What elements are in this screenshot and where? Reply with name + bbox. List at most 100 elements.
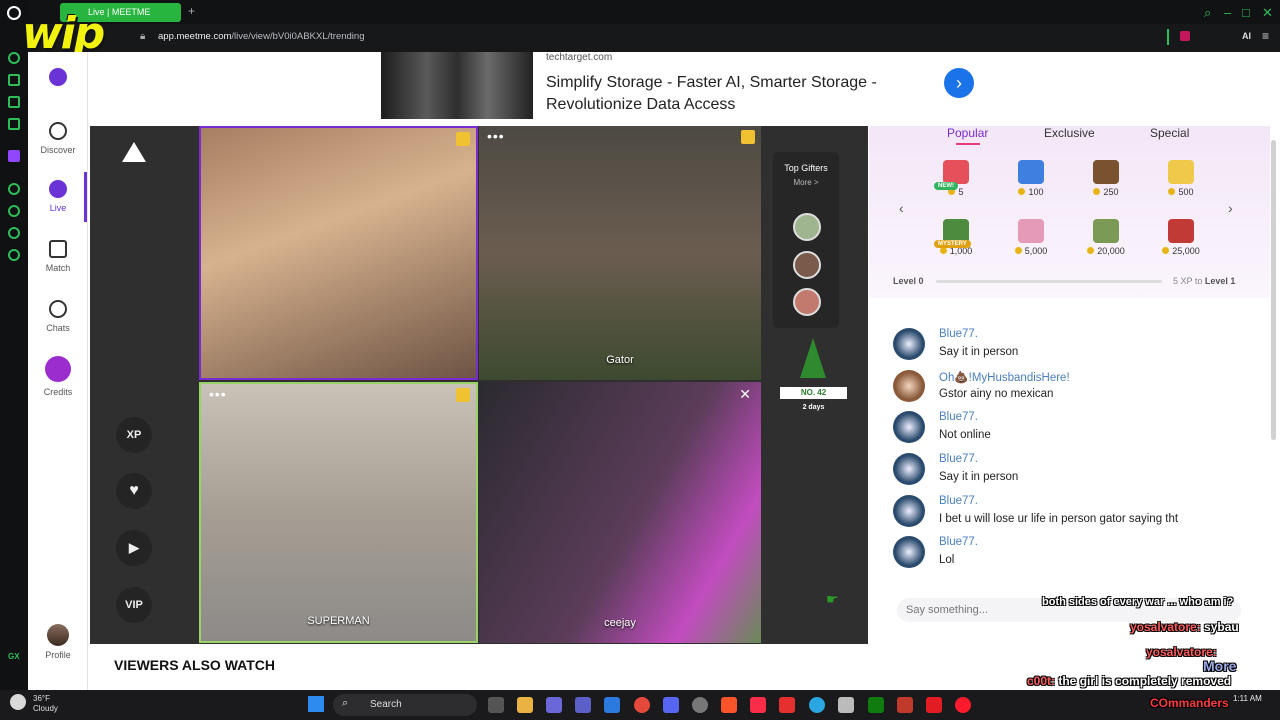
gift-item[interactable]: 250 <box>1076 160 1136 197</box>
camera-icon[interactable]: ▶ <box>116 530 152 566</box>
gift-icon[interactable] <box>456 388 470 402</box>
weather-widget[interactable]: 36°F Cloudy <box>33 694 58 714</box>
history-icon[interactable] <box>8 205 20 217</box>
speed-icon[interactable] <box>8 52 20 64</box>
clock[interactable]: 1:11 AM <box>1233 694 1262 703</box>
copilot-icon[interactable] <box>546 697 562 713</box>
avatar[interactable] <box>893 453 925 485</box>
discord-icon[interactable] <box>663 697 679 713</box>
video-tile[interactable] <box>199 126 478 380</box>
video-tile[interactable]: ✕ ceejay <box>479 382 761 643</box>
avatar[interactable] <box>893 536 925 568</box>
scrollbar[interactable] <box>1271 140 1276 440</box>
app-icon[interactable] <box>838 697 854 713</box>
warning-icon[interactable] <box>122 142 146 162</box>
tab-exclusive[interactable]: Exclusive <box>1044 126 1095 140</box>
windows-start-icon[interactable] <box>308 696 324 712</box>
task-view-icon[interactable] <box>488 697 504 713</box>
gift-item[interactable]: 500 <box>1151 160 1211 197</box>
nav-profile[interactable]: Profile <box>28 624 88 660</box>
chat-username[interactable]: Blue77. <box>939 453 978 465</box>
gift-icon[interactable] <box>456 132 470 146</box>
opera-icon[interactable] <box>7 6 21 20</box>
xp-button[interactable]: XP <box>116 417 152 453</box>
ai-button[interactable]: AI <box>1242 31 1251 41</box>
store-icon[interactable] <box>604 697 620 713</box>
tab-popular[interactable]: Popular <box>947 126 988 140</box>
ad-source[interactable]: techtarget.com <box>546 52 612 63</box>
tab-special[interactable]: Special <box>1150 126 1189 140</box>
rank-days: 2 days <box>802 404 825 411</box>
close-window-icon[interactable]: ✕ <box>1262 5 1273 21</box>
chat-username[interactable]: Oh💩!MyHusbandisHere! <box>939 370 1070 384</box>
search-icon[interactable]: ⌕ <box>1204 5 1211 21</box>
avatar[interactable] <box>893 328 925 360</box>
ad-headline[interactable]: Simplify Storage - Faster AI, Smarter St… <box>546 72 916 116</box>
top-gifters[interactable]: Top Gifters More > <box>773 152 839 328</box>
nav-credits[interactable]: Credits <box>28 356 88 397</box>
avatar[interactable] <box>793 213 821 241</box>
settings-icon[interactable] <box>8 249 20 261</box>
app-icon[interactable] <box>897 697 913 713</box>
nav-chats[interactable]: Chats <box>28 300 88 333</box>
xbox-icon[interactable] <box>868 697 884 713</box>
gift-item[interactable]: 20,000 <box>1076 219 1136 256</box>
nav-live[interactable]: Live <box>28 180 88 213</box>
vip-button[interactable]: VIP <box>116 587 152 623</box>
menu-icon[interactable]: ≡ <box>1262 29 1269 43</box>
shield-icon[interactable] <box>1180 31 1190 41</box>
more-options-icon[interactable]: ••• <box>487 128 505 144</box>
brave-icon[interactable] <box>721 697 737 713</box>
ad-image[interactable] <box>381 52 533 119</box>
avatar[interactable] <box>893 495 925 527</box>
gx-icon[interactable]: GX <box>8 652 20 661</box>
nav-match[interactable]: Match <box>28 240 88 273</box>
messenger-icon[interactable] <box>8 118 20 130</box>
heart-icon[interactable]: ♥ <box>116 473 152 509</box>
gift-item[interactable]: 100 <box>1001 160 1061 197</box>
chat-username[interactable]: Blue77. <box>939 536 978 548</box>
new-tab-button[interactable]: + <box>188 4 195 18</box>
chevron-right-icon[interactable]: › <box>1228 200 1233 216</box>
video-tile[interactable]: ••• SUPERMAN <box>199 382 478 643</box>
whatsapp-icon[interactable] <box>8 96 20 108</box>
app-icon[interactable] <box>779 697 795 713</box>
avatar[interactable] <box>793 251 821 279</box>
bag-icon[interactable] <box>8 74 20 86</box>
gift-item[interactable]: 5,000 <box>1001 219 1061 256</box>
gift-item[interactable]: 5 <box>926 160 986 197</box>
steam-icon[interactable] <box>692 697 708 713</box>
gift-item[interactable]: 1,000 <box>926 219 986 256</box>
close-icon[interactable]: ✕ <box>739 386 751 403</box>
file-explorer-icon[interactable] <box>517 697 533 713</box>
gift-icon[interactable] <box>741 130 755 144</box>
minimize-icon[interactable]: – <box>1224 5 1231 20</box>
chrome-icon[interactable] <box>634 697 650 713</box>
taskbar-search[interactable]: Search <box>333 694 477 716</box>
chevron-left-icon[interactable]: ‹ <box>899 200 904 216</box>
video-tile[interactable]: ••• Gator <box>479 126 761 380</box>
edge-icon[interactable] <box>809 697 825 713</box>
more-link[interactable]: More > <box>773 178 839 187</box>
chevron-right-icon[interactable]: › <box>944 68 974 98</box>
avatar[interactable] <box>793 288 821 316</box>
chat-username[interactable]: Blue77. <box>939 495 978 507</box>
opera-gx-icon[interactable] <box>955 697 971 713</box>
more-options-icon[interactable]: ••• <box>209 386 227 402</box>
extensions-icon[interactable] <box>8 227 20 239</box>
twitch-icon[interactable] <box>8 150 20 162</box>
teams-icon[interactable] <box>575 697 591 713</box>
gift-item[interactable]: 25,000 <box>1151 219 1211 256</box>
player-icon[interactable] <box>8 183 20 195</box>
chat-username[interactable]: Blue77. <box>939 328 978 340</box>
music-icon[interactable] <box>750 697 766 713</box>
meetme-logo-icon[interactable] <box>49 68 67 86</box>
chat-username[interactable]: Blue77. <box>939 411 978 423</box>
nav-discover[interactable]: Discover <box>28 122 88 155</box>
avatar[interactable] <box>893 411 925 443</box>
avatar[interactable] <box>893 370 925 402</box>
christmas-tree-icon[interactable] <box>800 338 826 378</box>
app-icon[interactable] <box>926 697 942 713</box>
maximize-icon[interactable]: □ <box>1242 5 1250 20</box>
url-field[interactable]: app.meetme.com/live/view/bV0i0ABKXL/tren… <box>158 31 364 42</box>
